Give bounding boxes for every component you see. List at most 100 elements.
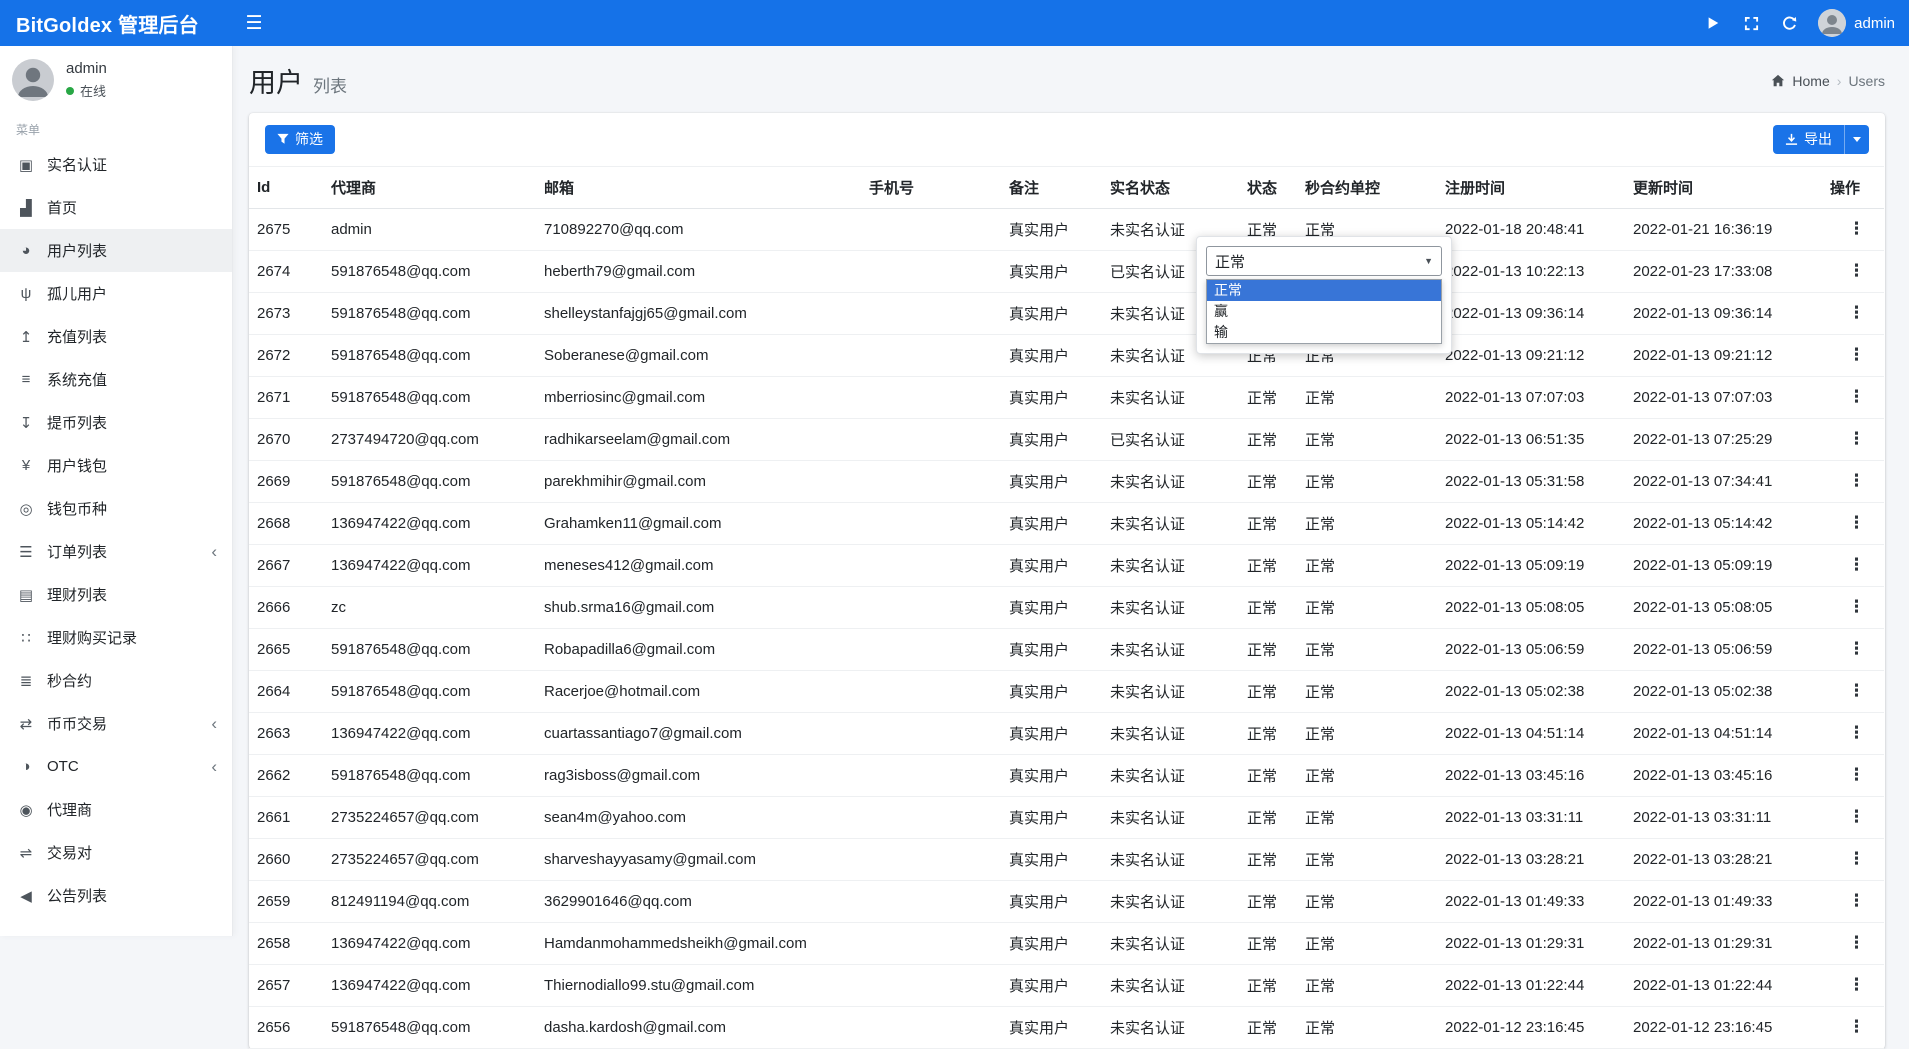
export-dropdown-toggle[interactable] (1844, 125, 1869, 154)
sidebar-item-user-wallet[interactable]: ¥用户钱包 (0, 444, 232, 487)
refresh-icon[interactable] (1770, 0, 1808, 46)
table-row: 26602735224657@qq.comsharveshayyasamy@gm… (249, 838, 1884, 880)
cell-agent: 136947422@qq.com (323, 544, 536, 586)
sidebar-item-finance-list[interactable]: ▤理财列表 (0, 573, 232, 616)
cell-note: 真实用户 (1001, 1006, 1102, 1048)
sidebar-item-real-name-auth[interactable]: ▣实名认证 (0, 143, 232, 186)
row-actions-button[interactable]: ⋮ (1843, 891, 1870, 910)
fullscreen-icon[interactable] (1732, 0, 1770, 46)
cell-id: 2660 (249, 838, 323, 880)
table-body: 2675admin710892270@qq.com真实用户未实名认证正常正常20… (249, 208, 1884, 1048)
table-row: 2658136947422@qq.comHamdanmohammedsheikh… (249, 922, 1884, 964)
row-actions-button[interactable]: ⋮ (1843, 555, 1870, 574)
cell-updated-at: 2022-01-13 07:07:03 (1625, 376, 1822, 418)
column-header-id: Id (249, 166, 323, 208)
row-actions-button[interactable]: ⋮ (1843, 471, 1870, 490)
chevron-left-icon: ‹ (211, 543, 217, 560)
sidebar-item-coin-trade[interactable]: ⇄币币交易‹ (0, 702, 232, 745)
cell-registered-at: 2022-01-13 05:02:38 (1437, 670, 1625, 712)
cell-note: 真实用户 (1001, 796, 1102, 838)
column-header-email: 邮箱 (536, 166, 861, 208)
otc-icon: ◑ (15, 758, 37, 775)
main-content: 用户 列表 Home › Users 筛选 (233, 0, 1909, 1049)
row-actions-button[interactable]: ⋮ (1843, 597, 1870, 616)
row-actions-button[interactable]: ⋮ (1843, 849, 1870, 868)
table-row: 2673591876548@qq.comshelleystanfajgj65@g… (249, 292, 1884, 334)
cell-order-control: 正常 (1297, 754, 1437, 796)
sidebar-item-otc[interactable]: ◑OTC‹ (0, 745, 232, 788)
navbar-user-menu[interactable]: admin (1808, 9, 1895, 37)
cell-updated-at: 2022-01-13 05:06:59 (1625, 628, 1822, 670)
cell-agent: 136947422@qq.com (323, 712, 536, 754)
cell-registered-at: 2022-01-12 23:16:45 (1437, 1006, 1625, 1048)
sidebar-item-label: 首页 (47, 197, 77, 218)
cell-id: 2659 (249, 880, 323, 922)
coin-icon: ◎ (15, 500, 37, 518)
sidebar-toggle-icon[interactable]: ☰ (233, 0, 275, 46)
trade-icon: ⇄ (15, 715, 37, 733)
cell-note: 真实用户 (1001, 628, 1102, 670)
cell-phone (861, 334, 1001, 376)
dropdown-option[interactable]: 赢 (1207, 301, 1441, 322)
row-actions-button[interactable]: ⋮ (1843, 513, 1870, 532)
cell-updated-at: 2022-01-13 01:22:44 (1625, 964, 1822, 1006)
funnel-icon (277, 133, 289, 145)
row-actions-button[interactable]: ⋮ (1843, 303, 1870, 322)
row-actions-button[interactable]: ⋮ (1843, 723, 1870, 742)
online-status: 在线 (66, 81, 107, 100)
cell-id: 2668 (249, 502, 323, 544)
sidebar-item-orphan-users[interactable]: ψ孤儿用户 (0, 272, 232, 315)
cell-phone (861, 670, 1001, 712)
cell-email: rag3isboss@gmail.com (536, 754, 861, 796)
sidebar-item-finance-purchase-records[interactable]: ∷理财购买记录 (0, 616, 232, 659)
sidebar-item-announcement-list[interactable]: ◀公告列表 (0, 874, 232, 917)
dropdown-option[interactable]: 输 (1207, 322, 1441, 343)
withdraw-icon: ↧ (15, 414, 37, 432)
breadcrumb-current: Users (1848, 73, 1885, 89)
row-actions-button[interactable]: ⋮ (1843, 681, 1870, 700)
row-actions-button[interactable]: ⋮ (1843, 219, 1870, 238)
sidebar-item-home[interactable]: ▟首页 (0, 186, 232, 229)
row-actions-button[interactable]: ⋮ (1843, 933, 1870, 952)
cell-note: 真实用户 (1001, 250, 1102, 292)
cell-agent: 591876548@qq.com (323, 334, 536, 376)
cell-phone (861, 1006, 1001, 1048)
cell-phone (861, 880, 1001, 922)
sidebar-item-label: 实名认证 (47, 154, 107, 175)
export-button[interactable]: 导出 (1773, 125, 1844, 154)
row-actions-button[interactable]: ⋮ (1843, 807, 1870, 826)
row-actions-button[interactable]: ⋮ (1843, 261, 1870, 280)
finance-icon: ▤ (15, 586, 37, 604)
cell-id: 2670 (249, 418, 323, 460)
row-actions-button[interactable]: ⋮ (1843, 765, 1870, 784)
breadcrumb-home-link[interactable]: Home (1792, 73, 1829, 89)
cell-registered-at: 2022-01-13 03:45:16 (1437, 754, 1625, 796)
row-actions-button[interactable]: ⋮ (1843, 639, 1870, 658)
row-actions-button[interactable]: ⋮ (1843, 387, 1870, 406)
cell-note: 真实用户 (1001, 712, 1102, 754)
sidebar-avatar (12, 59, 54, 101)
sidebar-item-label: 代理商 (47, 799, 92, 820)
sidebar-item-agents[interactable]: ◉代理商 (0, 788, 232, 831)
order-control-select[interactable]: 正常 ▼ (1206, 246, 1442, 276)
sidebar-item-user-list[interactable]: ◕用户列表 (0, 229, 232, 272)
dropdown-option[interactable]: 正常 (1207, 280, 1441, 301)
sidebar-item-wallet-coins[interactable]: ◎钱包币种 (0, 487, 232, 530)
sidebar-item-order-list[interactable]: ☰订单列表‹ (0, 530, 232, 573)
sidebar-item-second-contract[interactable]: ≣秒合约 (0, 659, 232, 702)
row-actions-button[interactable]: ⋮ (1843, 345, 1870, 364)
sidebar-item-trading-pairs[interactable]: ⇌交易对 (0, 831, 232, 874)
sidebar-item-deposit-list[interactable]: ↥充值列表 (0, 315, 232, 358)
row-actions-button[interactable]: ⋮ (1843, 429, 1870, 448)
play-icon[interactable] (1694, 0, 1732, 46)
sidebar-item-system-deposit[interactable]: ≡系统充值 (0, 358, 232, 401)
download-icon (1785, 133, 1798, 146)
wallet-icon: ¥ (15, 457, 37, 474)
cell-kyc-status: 未实名认证 (1102, 670, 1239, 712)
sidebar-item-withdraw-list[interactable]: ↧提币列表 (0, 401, 232, 444)
cell-phone (861, 544, 1001, 586)
row-actions-button[interactable]: ⋮ (1843, 1017, 1870, 1036)
cell-updated-at: 2022-01-13 09:36:14 (1625, 292, 1822, 334)
row-actions-button[interactable]: ⋮ (1843, 975, 1870, 994)
filter-button[interactable]: 筛选 (265, 125, 335, 154)
